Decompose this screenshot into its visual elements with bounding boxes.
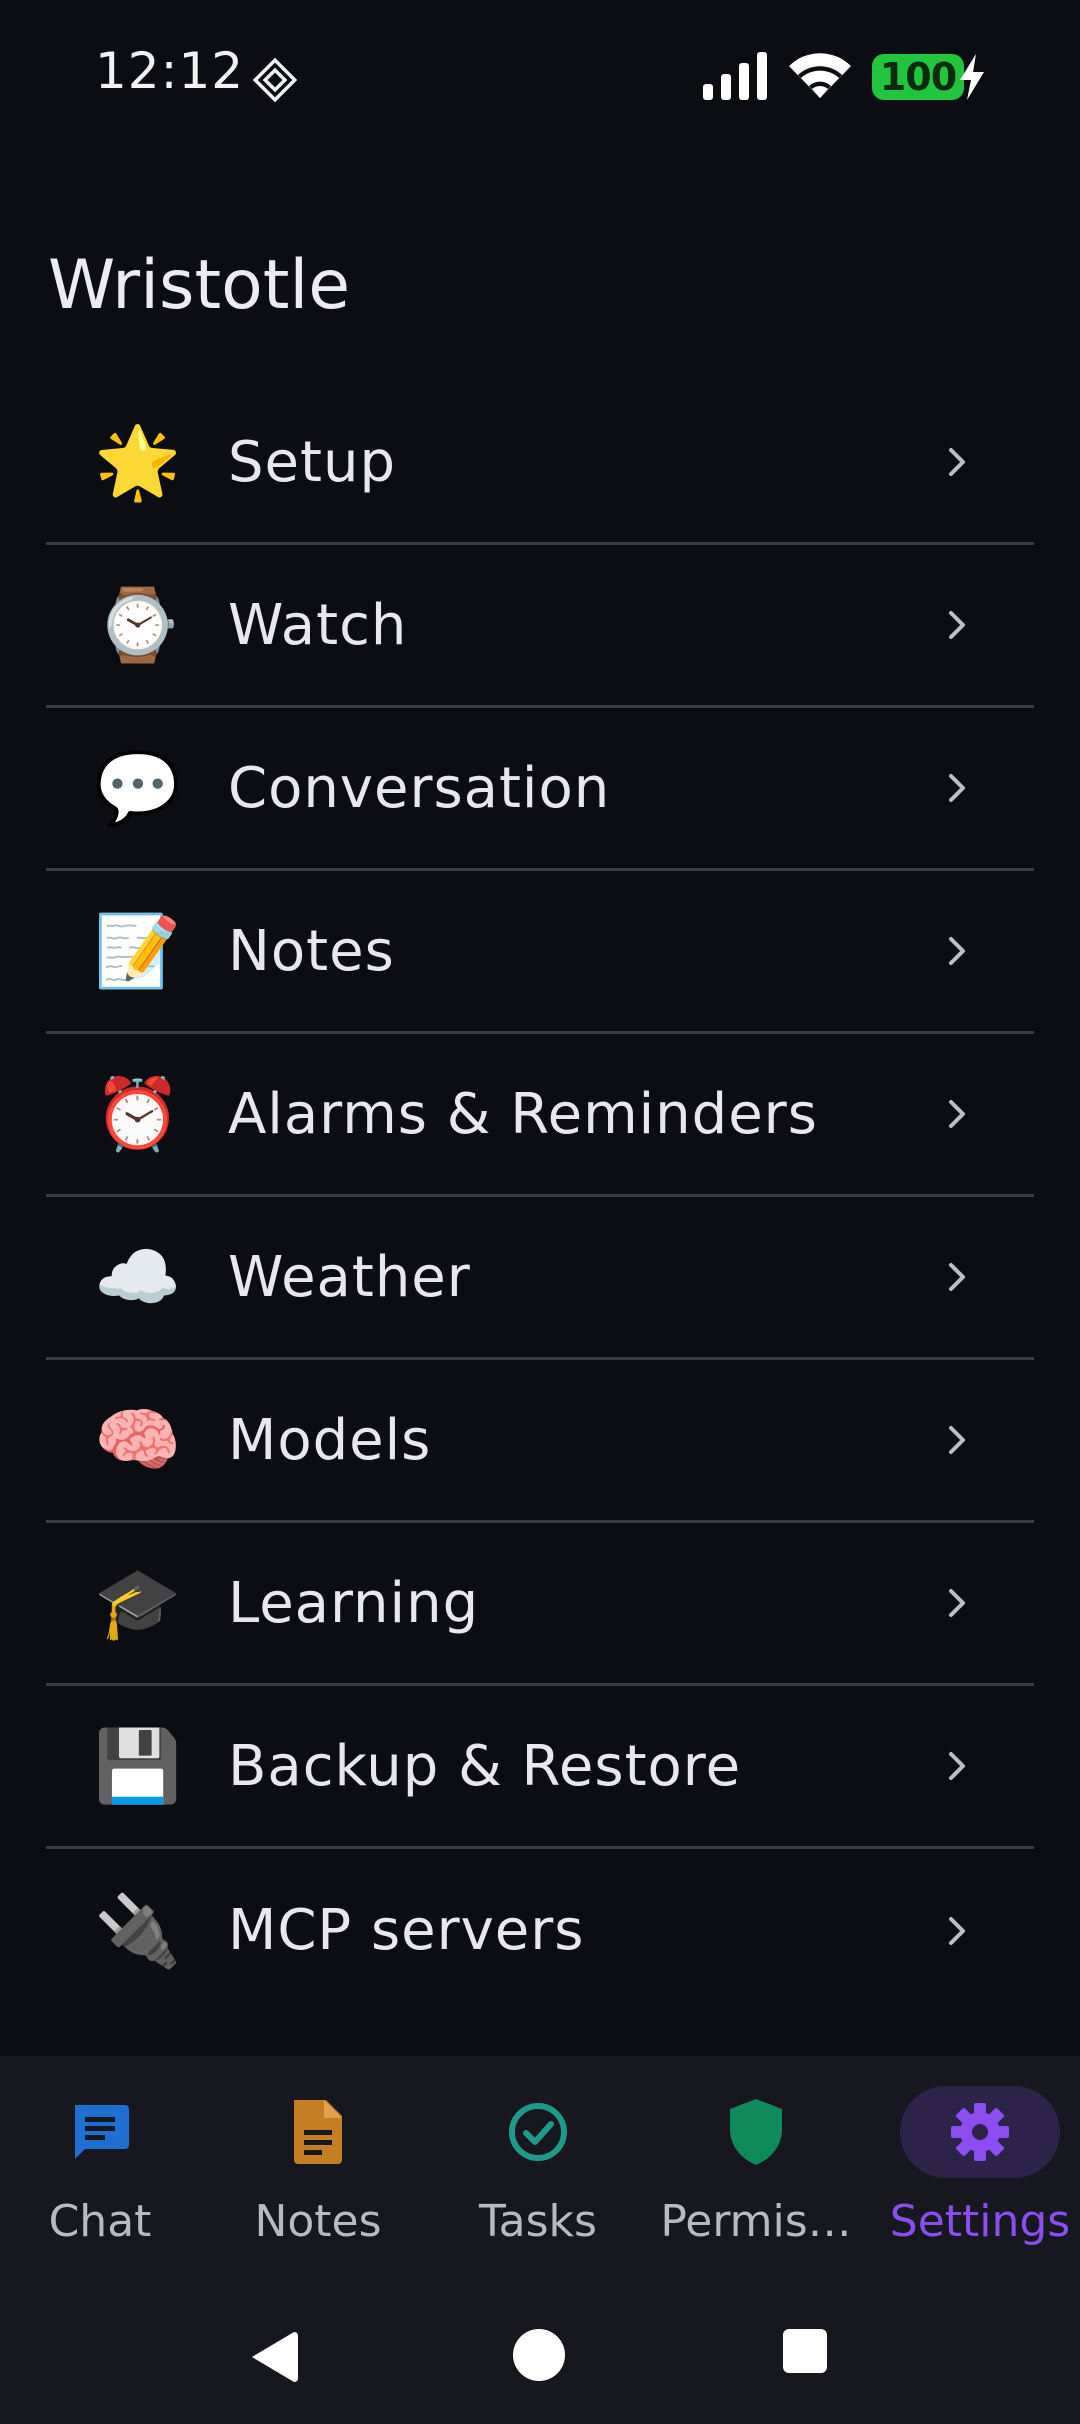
chevron-right-icon: [949, 1426, 965, 1454]
notification-icon: [252, 57, 298, 103]
settings-item-label: Setup: [228, 429, 396, 495]
note-icon: [294, 2100, 342, 2164]
wifi-icon: [789, 53, 851, 98]
nav-chat[interactable]: Chat: [0, 2086, 200, 2286]
nav-permissions-label: Permis…: [660, 2196, 852, 2247]
settings-item-label: MCP servers: [228, 1898, 585, 1963]
nav-settings[interactable]: Settings: [880, 2086, 1080, 2286]
settings-item-setup[interactable]: 🌟 Setup: [46, 382, 1034, 545]
nav-tasks-label: Tasks: [479, 2196, 597, 2247]
nav-permissions-pill: [676, 2086, 836, 2178]
chevron-right-icon: [949, 1752, 965, 1780]
chevron-right-icon: [949, 448, 965, 476]
settings-item-label: Conversation: [228, 755, 611, 821]
status-time: 12:12: [95, 42, 245, 100]
shield-icon: [730, 2099, 782, 2165]
star-icon: 🌟: [94, 421, 182, 503]
cloud-icon: ☁️: [94, 1236, 182, 1318]
nav-tasks-pill: [458, 2086, 618, 2178]
recents-icon[interactable]: [783, 2329, 827, 2373]
settings-item-notes[interactable]: 📝 Notes: [46, 871, 1034, 1034]
chevron-right-icon: [949, 611, 965, 639]
settings-item-label: Alarms & Reminders: [228, 1081, 818, 1147]
chevron-right-icon: [949, 1100, 965, 1128]
chevron-right-icon: [949, 774, 965, 802]
charging-icon: [960, 54, 984, 100]
nav-chat-label: Chat: [48, 2196, 152, 2247]
app-title: Wristotle: [48, 245, 351, 325]
floppy-disk-icon: 💾: [94, 1725, 182, 1807]
memo-icon: 📝: [94, 910, 182, 992]
brain-icon: 🧠: [94, 1399, 182, 1481]
settings-item-label: Learning: [228, 1570, 480, 1636]
settings-list: 🌟 Setup ⌚ Watch 💬 Conversation 📝 Notes ⏰ Alarms &…: [46, 382, 1034, 2012]
nav-chat-pill: [20, 2086, 180, 2178]
system-navigation-bar: [0, 2296, 1080, 2424]
nav-notes[interactable]: Notes: [218, 2086, 418, 2286]
nav-permissions[interactable]: Permis…: [656, 2086, 856, 2286]
settings-item-label: Watch: [228, 592, 408, 658]
speech-bubble-icon: 💬: [94, 747, 182, 829]
settings-item-mcp-servers[interactable]: 🔌 MCP servers: [46, 1849, 1034, 2012]
watch-icon: ⌚: [94, 584, 182, 666]
chevron-right-icon: [949, 1263, 965, 1291]
settings-item-label: Weather: [228, 1244, 471, 1310]
battery-level: 100: [879, 55, 957, 99]
settings-item-alarms-reminders[interactable]: ⏰ Alarms & Reminders: [46, 1034, 1034, 1197]
nav-notes-label: Notes: [254, 2196, 382, 2247]
alarm-clock-icon: ⏰: [94, 1073, 182, 1155]
nav-notes-pill: [238, 2086, 398, 2178]
plug-icon: 🔌: [94, 1889, 182, 1972]
cell-signal-icon: [703, 52, 767, 100]
settings-item-label: Backup & Restore: [228, 1733, 742, 1799]
gear-icon: [951, 2103, 1009, 2161]
graduation-cap-icon: 🎓: [94, 1562, 182, 1644]
bottom-navigation: Chat Notes Tasks Permis… Settings: [0, 2056, 1080, 2296]
chat-icon: [75, 2105, 129, 2159]
chevron-right-icon: [949, 937, 965, 965]
settings-item-conversation[interactable]: 💬 Conversation: [46, 708, 1034, 871]
nav-settings-label: Settings: [889, 2196, 1071, 2247]
check-circle-icon: [509, 2103, 567, 2161]
nav-settings-pill: [900, 2086, 1060, 2178]
settings-item-models[interactable]: 🧠 Models: [46, 1360, 1034, 1523]
battery-indicator: 100: [872, 54, 964, 100]
back-icon[interactable]: [248, 2328, 302, 2386]
chevron-right-icon: [949, 1589, 965, 1617]
status-bar: 12:12 100: [0, 0, 1080, 150]
settings-item-backup-restore[interactable]: 💾 Backup & Restore: [46, 1686, 1034, 1849]
settings-item-watch[interactable]: ⌚ Watch: [46, 545, 1034, 708]
settings-item-weather[interactable]: ☁️ Weather: [46, 1197, 1034, 1360]
settings-item-label: Models: [228, 1407, 432, 1473]
home-icon[interactable]: [513, 2329, 565, 2381]
settings-item-label: Notes: [228, 918, 395, 984]
nav-tasks[interactable]: Tasks: [438, 2086, 638, 2286]
chevron-right-icon: [949, 1916, 965, 1945]
settings-item-learning[interactable]: 🎓 Learning: [46, 1523, 1034, 1686]
